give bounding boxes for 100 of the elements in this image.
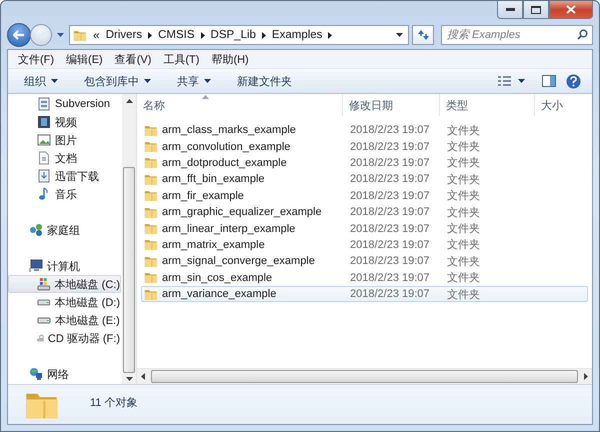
folder-icon xyxy=(144,254,158,268)
nav-item[interactable]: 文档 xyxy=(8,149,121,167)
dropdown-arrow-icon[interactable] xyxy=(396,33,403,37)
file-row[interactable]: arm_convolution_example 2018/2/23 19:07 文件夹 xyxy=(141,138,588,155)
picture-icon xyxy=(37,133,51,147)
breadcrumb[interactable]: Drivers xyxy=(106,29,142,41)
toolbar-button[interactable]: 新建文件夹 xyxy=(231,70,298,92)
file-name: arm_linear_interp_example xyxy=(162,222,296,235)
file-name: arm_fft_bin_example xyxy=(162,173,265,186)
modified-date: 2018/2/23 19:07 xyxy=(349,255,431,268)
nav-item[interactable]: 图片 xyxy=(8,131,121,149)
chevron-right-icon[interactable] xyxy=(148,32,152,38)
breadcrumb[interactable]: Examples xyxy=(272,29,322,41)
file-row[interactable]: arm_graphic_equalizer_example 2018/2/23 19:07 文件夹 xyxy=(141,204,588,220)
folder-icon xyxy=(144,206,158,219)
nav-item[interactable]: 音乐 xyxy=(8,185,121,203)
dropdown-arrow-icon xyxy=(204,79,211,83)
minimize-button[interactable] xyxy=(497,1,523,19)
minimize-icon xyxy=(506,8,514,11)
column-header[interactable]: 大小 xyxy=(535,94,592,116)
chevron-right-icon[interactable] xyxy=(328,32,332,38)
search-icon xyxy=(577,29,588,40)
file-row[interactable]: arm_signal_converge_example 2018/2/23 19:07 文件夹 xyxy=(141,253,588,270)
chevron-right-icon[interactable] xyxy=(262,32,266,38)
scroll-up-arrow-icon[interactable] xyxy=(126,99,132,103)
folder-icon xyxy=(144,271,158,284)
file-type: 文件夹 xyxy=(446,124,481,138)
breadcrumb[interactable]: CMSIS xyxy=(158,29,195,41)
toolbar-button[interactable]: 共享 xyxy=(171,70,217,92)
toolbar-button[interactable]: 组织 xyxy=(18,70,64,92)
homegroup-icon xyxy=(29,223,43,237)
scrollbar[interactable] xyxy=(122,94,136,384)
menu-item[interactable]: 帮助(H) xyxy=(211,52,249,66)
back-button[interactable] xyxy=(7,23,31,47)
file-row[interactable]: arm_variance_example 2018/2/23 19:07 文件夹 xyxy=(141,286,588,302)
scroll-right-arrow-icon[interactable] xyxy=(584,373,588,380)
scrollbar-thumb[interactable] xyxy=(123,167,135,373)
folder-icon xyxy=(144,124,158,137)
nav-item[interactable]: CD 驱动器 (F:) xyxy=(8,329,121,347)
folder-icon xyxy=(144,238,158,252)
file-type: 文件夹 xyxy=(446,288,481,302)
column-header[interactable]: 名称 xyxy=(137,94,343,116)
view-dropdown-button[interactable] xyxy=(516,77,527,85)
nav-item[interactable]: 家庭组 xyxy=(8,221,121,239)
nav-item[interactable]: Subversion xyxy=(8,95,121,113)
file-name: arm_convolution_example xyxy=(162,140,290,153)
nav-item[interactable]: 本地磁盘 (D:) xyxy=(8,293,121,311)
file-row[interactable]: arm_class_marks_example 2018/2/23 19:07 文件夹 xyxy=(141,122,588,138)
nav-item[interactable]: 视频 xyxy=(8,113,121,131)
breadcrumb-overflow[interactable]: « xyxy=(93,28,100,42)
dropdown-arrow-icon xyxy=(518,79,525,83)
file-name: arm_matrix_example xyxy=(162,238,265,251)
breadcrumb[interactable]: DSP_Lib xyxy=(210,29,256,41)
maximize-button[interactable] xyxy=(523,1,549,19)
close-button[interactable] xyxy=(549,1,593,19)
search-field[interactable]: 搜索 Examples xyxy=(441,25,593,45)
folder-icon xyxy=(73,28,87,42)
modified-date: 2018/2/23 19:07 xyxy=(349,206,431,218)
nav-item[interactable]: 迅雷下载 xyxy=(8,167,121,185)
scrollbar[interactable] xyxy=(137,368,592,384)
file-name: arm_signal_converge_example xyxy=(162,255,315,268)
menu-item[interactable]: 查看(V) xyxy=(114,52,152,66)
nav-item[interactable]: 本地磁盘 (E:) xyxy=(8,311,121,329)
file-row[interactable]: arm_linear_interp_example 2018/2/23 19:07 文件夹 xyxy=(141,220,588,237)
file-type: 文件夹 xyxy=(446,140,481,154)
maximize-icon xyxy=(531,6,541,14)
file-row[interactable]: arm_dotproduct_example 2018/2/23 19:07 文件夹 xyxy=(141,154,588,172)
preview-pane-icon xyxy=(542,75,556,87)
nav-item[interactable]: 计算机 xyxy=(8,257,121,275)
address-bar[interactable]: « Drivers CMSIS DSP_Lib Examples xyxy=(69,25,409,45)
nav-item[interactable]: 网络 xyxy=(8,365,121,383)
drive-icon xyxy=(37,277,51,291)
file-row[interactable]: arm_fft_bin_example 2018/2/23 19:07 文件夹 xyxy=(141,171,588,188)
file-row[interactable]: arm_matrix_example 2018/2/23 19:07 文件夹 xyxy=(141,236,588,254)
column-header[interactable]: 类型 xyxy=(440,94,535,116)
chevron-right-icon[interactable] xyxy=(200,32,205,38)
toolbar-button[interactable]: 包含到库中 xyxy=(78,70,157,92)
scroll-left-arrow-icon[interactable] xyxy=(141,373,145,380)
modified-date: 2018/2/23 19:07 xyxy=(349,238,431,251)
file-type: 文件夹 xyxy=(446,254,481,269)
close-icon xyxy=(566,5,576,14)
menu-item[interactable]: 工具(T) xyxy=(163,52,200,66)
menu-item[interactable]: 编辑(E) xyxy=(66,52,103,66)
file-row[interactable]: arm_sin_cos_example 2018/2/23 19:07 文件夹 xyxy=(141,270,588,286)
file-type: 文件夹 xyxy=(446,156,481,170)
refresh-button[interactable] xyxy=(412,25,434,45)
file-row[interactable]: arm_fir_example 2018/2/23 19:07 文件夹 xyxy=(141,188,588,204)
dropdown-arrow-icon xyxy=(51,79,58,83)
menu-item[interactable]: 文件(F) xyxy=(18,52,54,66)
nav-item[interactable]: 本地磁盘 (C:) xyxy=(8,275,121,293)
folder-icon xyxy=(144,189,158,202)
scroll-down-arrow-icon[interactable] xyxy=(126,377,132,381)
file-type: 文件夹 xyxy=(446,222,481,236)
modified-date: 2018/2/23 19:07 xyxy=(349,222,431,235)
file-name: arm_fir_example xyxy=(162,190,244,202)
folder-icon xyxy=(144,222,158,236)
list-view-icon xyxy=(498,76,511,86)
modified-date: 2018/2/23 19:07 xyxy=(349,288,431,300)
scrollbar-thumb[interactable] xyxy=(151,370,578,383)
column-header[interactable]: 修改日期 xyxy=(343,94,440,116)
